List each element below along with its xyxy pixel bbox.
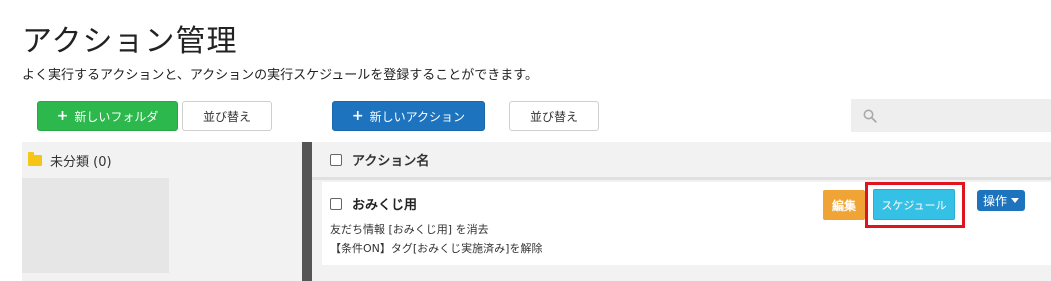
action-name-row: おみくじ用 <box>330 194 417 213</box>
action-row: おみくじ用 友だち情報 [おみくじ用] を消去 【条件ON】タグ[おみくじ実施済… <box>322 182 1051 265</box>
operations-dropdown-button[interactable]: 操作 <box>977 190 1025 211</box>
action-list: アクション名 おみくじ用 友だち情報 [おみくじ用] を消去 【条件ON】タグ[… <box>312 142 1051 281</box>
action-list-header: アクション名 <box>312 142 1051 180</box>
action-detail-line-2: 【条件ON】タグ[おみくじ実施済み]を解除 <box>330 242 543 255</box>
edit-button[interactable]: 編集 <box>823 190 865 220</box>
caret-down-icon <box>1011 198 1019 203</box>
plus-icon: + <box>351 108 364 124</box>
sort-actions-label: 並び替え <box>529 109 578 124</box>
action-detail-line-1: 友だち情報 [おみくじ用] を消去 <box>330 223 489 236</box>
new-folder-button[interactable]: + 新しいフォルダ <box>37 101 178 131</box>
page-title: アクション管理 <box>22 24 238 59</box>
folder-item-uncategorized[interactable]: 未分類 (0) <box>28 151 112 170</box>
page-subtitle: よく実行するアクションと、アクションの実行スケジュールを登録することができます。 <box>22 68 538 83</box>
search-input[interactable] <box>851 99 1051 132</box>
sort-actions-button[interactable]: 並び替え <box>509 101 599 131</box>
operations-label: 操作 <box>982 194 1007 208</box>
action-management-page: アクション管理 よく実行するアクションと、アクションの実行スケジュールを登録する… <box>0 0 1051 281</box>
action-name: おみくじ用 <box>352 198 418 213</box>
edit-label: 編集 <box>831 198 856 213</box>
sort-folders-button[interactable]: 並び替え <box>182 101 272 131</box>
new-action-label: 新しいアクション <box>369 109 466 124</box>
select-all-checkbox[interactable] <box>330 153 342 166</box>
folder-sidebar: 未分類 (0) <box>22 142 302 281</box>
schedule-label: スケジュール <box>881 198 947 212</box>
schedule-button[interactable]: スケジュール <box>873 189 955 220</box>
panel-divider[interactable] <box>302 142 312 281</box>
plus-icon: + <box>56 108 69 124</box>
action-checkbox[interactable] <box>330 197 342 210</box>
folder-icon <box>28 152 42 166</box>
folder-drop-area <box>22 178 169 273</box>
search-icon <box>863 109 877 123</box>
folder-label: 未分類 (0) <box>50 155 112 170</box>
new-action-button[interactable]: + 新しいアクション <box>332 101 485 131</box>
sort-folders-label: 並び替え <box>202 109 251 124</box>
column-header-action-name: アクション名 <box>352 154 430 169</box>
new-folder-label: 新しいフォルダ <box>74 109 159 124</box>
